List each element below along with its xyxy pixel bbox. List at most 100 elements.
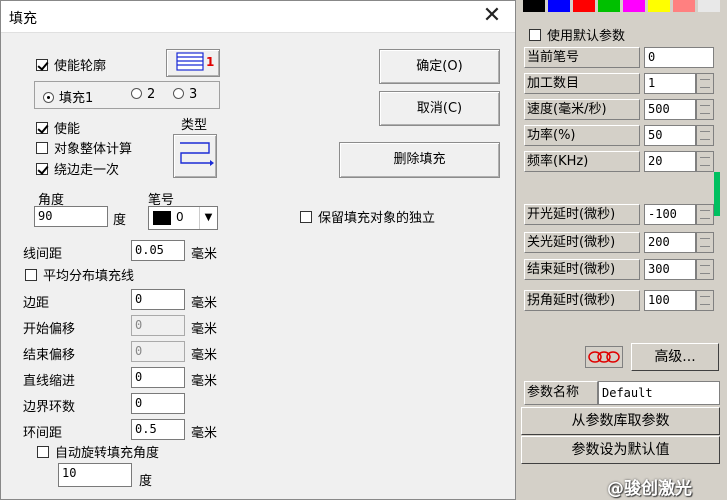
outline-style-button[interactable]: 1	[166, 49, 220, 77]
angle-unit: 度	[113, 213, 127, 228]
radio-fill-3[interactable]: 3	[173, 87, 197, 102]
radio-fill-2[interactable]: 2	[131, 87, 155, 102]
color-swatch[interactable]	[648, 0, 670, 12]
current-pen-label: 当前笔号	[524, 47, 640, 68]
keep-independent-label: 保留填充对象的独立	[318, 211, 436, 226]
end-delay-spinner[interactable]	[696, 259, 714, 280]
radio-button[interactable]	[173, 88, 184, 99]
margin-unit: 毫米	[191, 296, 218, 311]
frequency-label: 频率(KHz)	[524, 151, 640, 172]
param-name-label: 参数名称	[524, 381, 598, 405]
from-library-button[interactable]: 从参数库取参数	[521, 407, 720, 435]
laser-off-delay-input[interactable]: 200	[644, 232, 696, 253]
loop-count-label: 边界环数	[23, 400, 76, 415]
color-swatch[interactable]	[548, 0, 570, 12]
line-spacing-label: 线间距	[23, 247, 63, 262]
color-swatch[interactable]	[673, 0, 695, 12]
count-input[interactable]: 1	[644, 73, 696, 94]
color-swatch[interactable]	[623, 0, 645, 12]
laser-off-delay-spinner[interactable]	[696, 232, 714, 253]
ok-button[interactable]: 确定(O)	[379, 49, 500, 84]
frequency-spinner[interactable]	[696, 151, 714, 172]
auto-rotate-label: 自动旋转填充角度	[55, 446, 160, 461]
color-swatch[interactable]	[573, 0, 595, 12]
margin-input[interactable]: 0	[131, 289, 185, 310]
checkbox-box[interactable]	[36, 163, 48, 175]
power-input[interactable]: 50	[644, 125, 696, 146]
whole-calc-label: 对象整体计算	[54, 142, 133, 157]
set-default-button[interactable]: 参数设为默认值	[521, 436, 720, 464]
advanced-button[interactable]: 高级...	[631, 343, 719, 371]
frequency-input[interactable]: 20	[644, 151, 696, 172]
laser-on-delay-input[interactable]: -100	[644, 204, 696, 225]
checkbox-box[interactable]	[36, 59, 48, 71]
checkbox-box[interactable]	[25, 269, 37, 281]
color-swatch[interactable]	[698, 0, 720, 12]
rotate-unit: 度	[139, 474, 153, 489]
power-spinner[interactable]	[696, 125, 714, 146]
color-swatch[interactable]	[523, 0, 545, 12]
radio-fill-1[interactable]: 填充1	[43, 87, 93, 106]
auto-rotate-checkbox[interactable]: 自动旋转填充角度	[37, 442, 159, 461]
corner-delay-input[interactable]: 100	[644, 290, 696, 311]
use-default-checkbox[interactable]: 使用默认参数	[529, 25, 625, 44]
delete-fill-button[interactable]: 删除填充	[339, 142, 500, 178]
line-spacing-input[interactable]: 0.05	[131, 240, 185, 261]
enable-outline-checkbox[interactable]: 使能轮廓	[36, 55, 106, 74]
line-indent-input[interactable]: 0	[131, 367, 185, 388]
close-icon[interactable]: ✕	[469, 1, 515, 33]
dialog-title: 填充	[9, 11, 37, 27]
radio-button[interactable]	[131, 88, 142, 99]
laser-on-delay-label: 开光延时(微秒)	[524, 204, 640, 225]
panel-scrollbar[interactable]	[714, 160, 722, 240]
zigzag-fill-icon	[180, 142, 214, 166]
rotate-angle-input[interactable]: 10	[58, 463, 132, 487]
enable-outline-label: 使能轮廓	[54, 59, 107, 74]
laser-on-delay-spinner[interactable]	[696, 204, 714, 225]
angle-input[interactable]: 90	[34, 206, 108, 227]
speed-input[interactable]: 500	[644, 99, 696, 120]
power-label: 功率(%)	[524, 125, 640, 146]
fill-type-button[interactable]	[173, 134, 217, 178]
checkbox-box[interactable]	[300, 211, 312, 223]
pen-select[interactable]: 0 ▼	[148, 206, 218, 230]
line-spacing-unit: 毫米	[191, 247, 218, 262]
use-default-label: 使用默认参数	[547, 29, 626, 44]
pen-color-swatch	[153, 211, 171, 225]
chevron-down-icon[interactable]: ▼	[199, 207, 217, 229]
loop-spacing-unit: 毫米	[191, 426, 218, 441]
type-label: 类型	[181, 118, 208, 133]
end-offset-input[interactable]: 0	[131, 341, 185, 362]
svg-text:1: 1	[206, 55, 214, 69]
param-name-input[interactable]: Default	[598, 381, 720, 405]
enable-label: 使能	[54, 122, 81, 137]
fill-dialog: 填充 ✕ 使能轮廓 1 填充1 2 3 使能 对象整体计算 绕边走一次 类型 角…	[0, 0, 516, 500]
corner-delay-spinner[interactable]	[696, 290, 714, 311]
loop-spacing-input[interactable]: 0.5	[131, 419, 185, 440]
enable-checkbox[interactable]: 使能	[36, 118, 80, 137]
color-swatch[interactable]	[598, 0, 620, 12]
start-offset-input[interactable]: 0	[131, 315, 185, 336]
line-indent-label: 直线缩进	[23, 374, 76, 389]
edge-once-label: 绕边走一次	[54, 163, 120, 178]
checkbox-box[interactable]	[37, 446, 49, 458]
avg-distribute-checkbox[interactable]: 平均分布填充线	[25, 265, 134, 284]
laser-rings-icon[interactable]	[585, 346, 623, 368]
end-delay-label: 结束延时(微秒)	[524, 259, 640, 280]
count-spinner[interactable]	[696, 73, 714, 94]
loop-count-input[interactable]: 0	[131, 393, 185, 414]
fill-radio-group: 填充1 2 3	[34, 81, 220, 109]
speed-spinner[interactable]	[696, 99, 714, 120]
checkbox-box[interactable]	[36, 122, 48, 134]
checkbox-box[interactable]	[36, 142, 48, 154]
count-label: 加工数目	[524, 73, 640, 94]
cancel-button[interactable]: 取消(C)	[379, 91, 500, 126]
keep-independent-checkbox[interactable]: 保留填充对象的独立	[300, 207, 435, 226]
end-delay-input[interactable]: 300	[644, 259, 696, 280]
edge-once-checkbox[interactable]: 绕边走一次	[36, 159, 119, 178]
laser-off-delay-label: 关光延时(微秒)	[524, 232, 640, 253]
whole-calc-checkbox[interactable]: 对象整体计算	[36, 138, 132, 157]
scrollbar-thumb[interactable]	[714, 172, 720, 216]
checkbox-box[interactable]	[529, 29, 541, 41]
radio-button[interactable]	[43, 92, 54, 103]
